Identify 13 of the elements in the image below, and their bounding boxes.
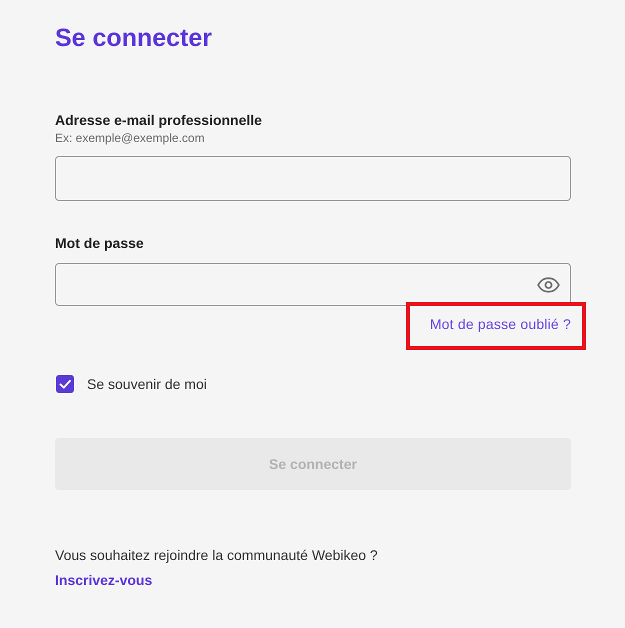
email-hint: Ex: exemple@exemple.com	[55, 130, 205, 146]
signup-prompt: Vous souhaitez rejoindre la communauté Webikeo ?	[55, 546, 378, 564]
page-title: Se connecter	[55, 23, 212, 54]
password-field[interactable]	[55, 263, 571, 306]
signup-link[interactable]: Inscrivez-vous	[55, 571, 152, 589]
remember-label: Se souvenir de moi	[87, 375, 207, 393]
email-field[interactable]	[55, 156, 571, 201]
checkmark-icon	[60, 380, 70, 388]
eye-icon[interactable]	[537, 276, 560, 292]
forgot-password-link[interactable]: Mot de passe oublié ?	[430, 315, 571, 333]
remember-checkbox[interactable]	[56, 375, 74, 393]
password-label: Mot de passe	[55, 234, 144, 252]
email-label: Adresse e-mail professionnelle	[55, 111, 262, 129]
